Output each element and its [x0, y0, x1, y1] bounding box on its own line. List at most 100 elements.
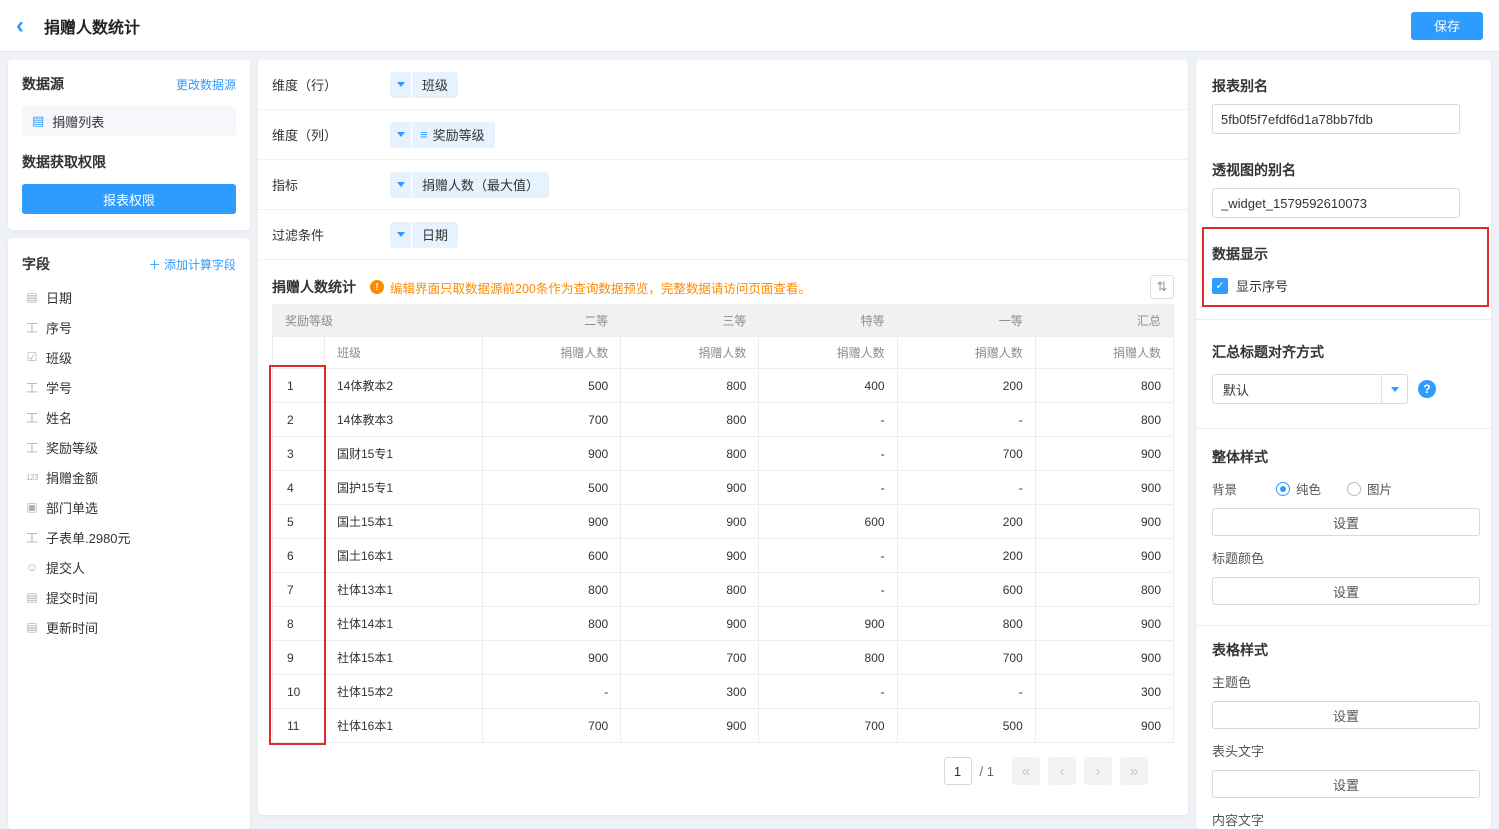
last-page-icon: »	[1130, 763, 1138, 780]
value-cell: 900	[1035, 607, 1173, 641]
chevron-down-icon[interactable]	[390, 122, 412, 148]
tag-label: 日期	[412, 225, 458, 244]
preview-table: 奖励等级 二等 三等 特等 一等 汇总 班级 捐赠人数 捐赠人数 捐赠人数 捐赠…	[272, 304, 1174, 743]
field-item[interactable]: 123捐赠金额	[22, 462, 236, 492]
tag-label: 班级	[412, 75, 458, 94]
value-cell: -	[759, 437, 897, 471]
value-cell: -	[759, 471, 897, 505]
value-cell: 600	[759, 505, 897, 539]
value-cell: 900	[1035, 471, 1173, 505]
chevron-down-icon[interactable]	[390, 72, 412, 98]
value-cell: -	[483, 675, 621, 709]
radio-unchecked-icon[interactable]	[1347, 482, 1361, 496]
table-row: 3国财15专1900800-700900	[273, 437, 1174, 471]
filter-label: 过滤条件	[272, 225, 390, 244]
datasource-item[interactable]: ▤ 捐赠列表	[22, 106, 236, 136]
next-page-button[interactable]: ›	[1084, 757, 1112, 785]
value-cell: 800	[483, 607, 621, 641]
radio-checked-icon[interactable]	[1276, 482, 1290, 496]
field-item[interactable]: ▤更新时间	[22, 612, 236, 642]
dimension-col-config: 维度（列） ≡ 奖励等级	[258, 110, 1188, 160]
summary-align-select[interactable]: 默认	[1212, 374, 1408, 404]
field-item[interactable]: 工序号	[22, 312, 236, 342]
field-item[interactable]: ▤提交时间	[22, 582, 236, 612]
theme-color-settings-button[interactable]: 设置	[1212, 701, 1480, 729]
title-color-label: 标题颜色	[1212, 548, 1475, 567]
chevron-down-icon[interactable]	[1381, 375, 1407, 403]
value-cell: 700	[897, 437, 1035, 471]
value-cell: 500	[897, 709, 1035, 743]
background-settings-button[interactable]: 设置	[1212, 508, 1480, 536]
sort-icon: ⇅	[1157, 279, 1168, 295]
help-icon[interactable]: ?	[1418, 380, 1436, 398]
value-cell: 200	[897, 505, 1035, 539]
group-header-cell: 三等	[621, 305, 759, 337]
class-name-cell: 14体教本2	[325, 369, 483, 403]
first-page-button[interactable]: «	[1012, 757, 1040, 785]
back-icon[interactable]: ‹	[16, 14, 38, 38]
text-icon: 工	[22, 409, 42, 426]
preview-notice: ! 编辑界面只取数据源前200条作为查询数据预览，完整数据请访问页面查看。	[370, 278, 811, 297]
pivot-alias-input[interactable]	[1212, 188, 1460, 218]
change-datasource-link[interactable]: 更改数据源	[176, 76, 236, 93]
text-icon: 工	[22, 319, 42, 336]
table-row: 6国土16本1600900-200900	[273, 539, 1174, 573]
field-item[interactable]: ☺提交人	[22, 552, 236, 582]
last-page-button[interactable]: »	[1120, 757, 1148, 785]
field-label: 日期	[46, 288, 72, 307]
dimension-row-tag[interactable]: 班级	[390, 72, 458, 98]
settings-panel: 报表别名 透视图的别名 数据显示 ✓ 显示序号 汇总标题对齐方式 默认 ? 整体…	[1196, 60, 1491, 829]
calendar-icon: ▤	[22, 590, 42, 604]
field-item[interactable]: ▤日期	[22, 282, 236, 312]
value-cell: 900	[1035, 437, 1173, 471]
bg-image-radio[interactable]: 图片	[1347, 479, 1392, 498]
chevron-down-icon[interactable]	[390, 222, 412, 248]
value-cell: 900	[621, 505, 759, 539]
value-cell: -	[897, 675, 1035, 709]
value-cell: 900	[483, 505, 621, 539]
background-label: 背景	[1212, 479, 1276, 498]
preview-table-body: 114体教本2500800400200800214体教本3700800--800…	[273, 369, 1174, 743]
field-item[interactable]: ☑班级	[22, 342, 236, 372]
value-cell: 900	[1035, 641, 1173, 675]
field-item[interactable]: 工姓名	[22, 402, 236, 432]
title-color-settings-button[interactable]: 设置	[1212, 577, 1480, 605]
value-cell: 900	[621, 539, 759, 573]
bg-solid-radio[interactable]: 纯色	[1276, 479, 1321, 498]
row-index-cell: 11	[273, 709, 325, 743]
field-item[interactable]: 工子表单.2980元	[22, 522, 236, 552]
class-name-cell: 社体15本1	[325, 641, 483, 675]
page-number-box[interactable]: 1	[944, 757, 972, 785]
user-icon: ☺	[22, 560, 42, 574]
select-icon: ☑	[22, 350, 42, 364]
value-cell: 200	[897, 539, 1035, 573]
value-cell: 800	[621, 403, 759, 437]
field-item[interactable]: ▣部门单选	[22, 492, 236, 522]
sort-toggle-button[interactable]: ⇅	[1150, 275, 1174, 299]
group-header-cell: 特等	[759, 305, 897, 337]
field-item[interactable]: 工奖励等级	[22, 432, 236, 462]
table-style-label: 表格样式	[1212, 640, 1475, 660]
header-text-settings-button[interactable]: 设置	[1212, 770, 1480, 798]
prev-page-button[interactable]: ‹	[1048, 757, 1076, 785]
metric-tag[interactable]: 捐赠人数（最大值）	[390, 172, 549, 198]
save-button[interactable]: 保存	[1411, 12, 1483, 40]
chevron-down-icon[interactable]	[390, 172, 412, 198]
filter-tag[interactable]: 日期	[390, 222, 458, 248]
report-alias-input[interactable]	[1212, 104, 1460, 134]
preview-section: 捐赠人数统计 ! 编辑界面只取数据源前200条作为查询数据预览，完整数据请访问页…	[258, 272, 1188, 785]
table-row: 7社体13本1800800-600800	[273, 573, 1174, 607]
value-cell: -	[759, 573, 897, 607]
add-calc-field-link[interactable]: ＋ 添加计算字段	[149, 256, 236, 273]
show-index-label: 显示序号	[1236, 276, 1288, 295]
dimension-col-tag[interactable]: ≡ 奖励等级	[390, 122, 495, 148]
theme-color-label: 主题色	[1212, 672, 1475, 691]
group-header-cell: 一等	[897, 305, 1035, 337]
top-bar: ‹ 捐赠人数统计 保存	[0, 0, 1499, 52]
field-label: 学号	[46, 378, 72, 397]
field-item[interactable]: 工学号	[22, 372, 236, 402]
show-index-checkbox-row[interactable]: ✓ 显示序号	[1212, 276, 1475, 295]
class-name-cell: 14体教本3	[325, 403, 483, 437]
report-permission-button[interactable]: 报表权限	[22, 184, 236, 214]
checkbox-checked-icon[interactable]: ✓	[1212, 278, 1228, 294]
